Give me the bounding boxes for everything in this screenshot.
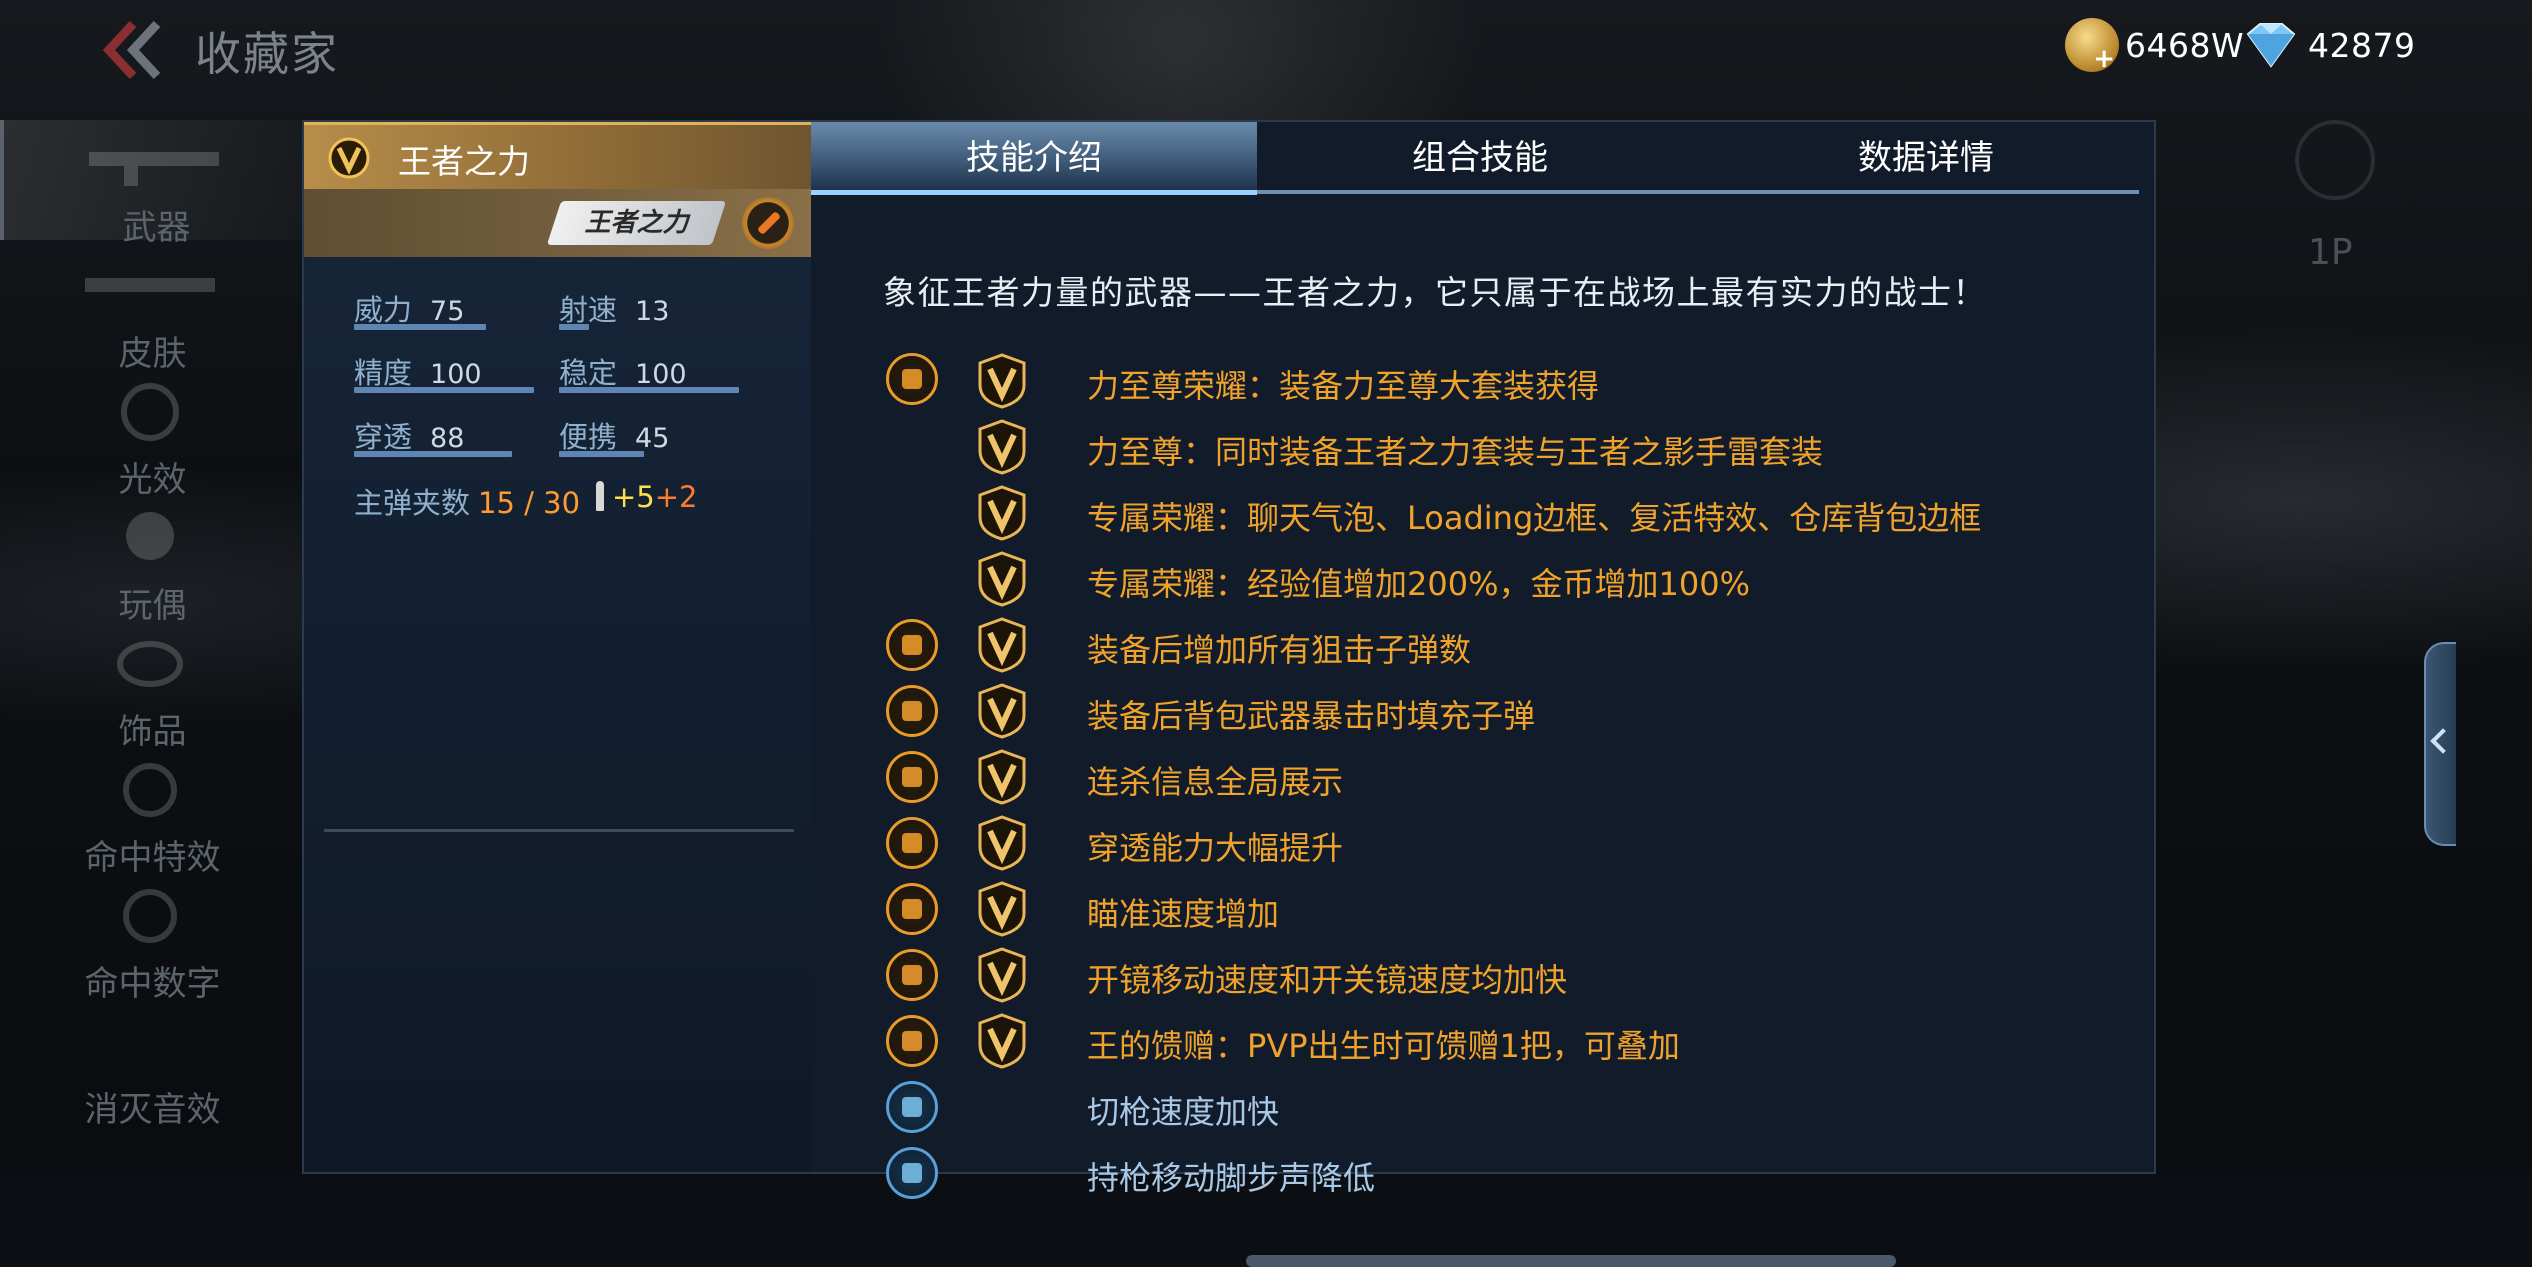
sidebar-item-label: 玩偶 xyxy=(118,586,187,626)
vip-v-badge-icon xyxy=(976,749,1028,809)
sidebar-item-label: 消灭音效 xyxy=(84,1090,221,1130)
tab-data-details[interactable]: 数据详情 xyxy=(1703,122,2149,194)
vip-v-badge-icon xyxy=(976,485,1028,545)
sidebar-item-label: 命中特效 xyxy=(84,838,221,878)
skill-text: 专属荣耀：聊天气泡、Loading边框、复活特效、仓库背包边框 xyxy=(1087,499,1982,537)
skill-text: 穿透能力大幅提升 xyxy=(1087,829,1344,867)
diamond-currency[interactable]: 42879 xyxy=(2240,14,2415,76)
skill-text: 力至尊：同时装备王者之力套装与王者之影手雷套装 xyxy=(1087,433,1824,471)
skill-text: 专属荣耀：经验值增加200%，金币增加100% xyxy=(1087,565,1750,603)
penetration-icon[interactable] xyxy=(886,817,938,869)
weapon-swap-icon[interactable] xyxy=(886,1081,938,1133)
skill-row: 持枪移动脚步声降低 xyxy=(304,1147,2154,1207)
crosshair-icon[interactable] xyxy=(886,883,938,935)
skill-row: 装备后背包武器暴击时填充子弹 xyxy=(304,683,2154,745)
skill-text: 王的馈赠：PVP出生时可馈赠1把，可叠加 xyxy=(1087,1027,1680,1065)
vip-v-badge-icon xyxy=(976,353,1028,413)
skill-row: 王的馈赠：PVP出生时可馈赠1把，可叠加 xyxy=(304,1013,2154,1075)
vip-v-badge-icon xyxy=(328,137,370,179)
detail-tabs: 技能介绍 组合技能 数据详情 xyxy=(811,122,2154,194)
stat-power: 威力 75 xyxy=(354,293,465,327)
skill-text: 切枪速度加快 xyxy=(1087,1093,1280,1131)
weapon-header: 王者之力 xyxy=(304,122,811,189)
skill-text: 装备后背包武器暴击时填充子弹 xyxy=(1087,697,1536,735)
gift-icon[interactable] xyxy=(886,1015,938,1067)
weapon-badges: 王者之力 xyxy=(304,189,811,257)
backpack-refill-icon[interactable] xyxy=(886,685,938,737)
player-indicator: 1P xyxy=(2308,232,2353,273)
sidebar-item-effects[interactable]: 光效 xyxy=(0,372,300,500)
gamepad-icon[interactable] xyxy=(2295,120,2375,200)
vip-v-badge-icon xyxy=(976,1013,1028,1073)
doll-icon xyxy=(126,512,174,560)
tab-skill-intro[interactable]: 技能介绍 xyxy=(811,122,1257,194)
skill-row: 力至尊荣耀：装备力至尊大套装获得 xyxy=(304,353,2154,415)
sidebar-item-hit-numbers[interactable]: 命中数字 xyxy=(0,876,300,1004)
killstreak-banner-icon[interactable] xyxy=(886,751,938,803)
weapon-name: 王者之力 xyxy=(398,142,530,181)
vip-v-badge-icon xyxy=(976,419,1028,479)
skill-text: 装备后增加所有狙击子弹数 xyxy=(1087,631,1472,669)
diamond-amount: 42879 xyxy=(2308,25,2416,65)
sidebar-item-weapons[interactable]: 武器 xyxy=(0,120,304,248)
skill-row: 开镜移动速度和开关镜速度均加快 xyxy=(304,947,2154,1009)
page-title: 收藏家 xyxy=(195,27,339,81)
hit-number-icon xyxy=(123,889,177,943)
vip-v-badge-icon xyxy=(976,947,1028,1007)
skill-text: 瞄准速度增加 xyxy=(1087,895,1280,933)
vip-v-badge-icon xyxy=(976,551,1028,611)
skill-row: 连杀信息全局展示 xyxy=(304,749,2154,811)
scope-icon[interactable] xyxy=(886,949,938,1001)
gold-currency[interactable]: 6468W xyxy=(2065,14,2244,76)
stat-fire-rate: 射速 13 xyxy=(559,293,670,327)
sidebar-item-label: 饰品 xyxy=(118,712,187,752)
sidebar-item-dolls[interactable]: 玩偶 xyxy=(0,498,300,626)
skill-text: 力至尊荣耀：装备力至尊大套装获得 xyxy=(1087,367,1600,405)
sidebar-item-label: 皮肤 xyxy=(118,334,187,374)
skill-text: 持枪移动脚步声降低 xyxy=(1087,1159,1376,1197)
collapse-panel-button[interactable] xyxy=(2424,642,2456,846)
sidebar-item-label: 光效 xyxy=(118,460,187,500)
skill-row: 切枪速度加快 xyxy=(304,1081,2154,1141)
sidebar-item-accessories[interactable]: 饰品 xyxy=(0,624,300,752)
diamond-icon xyxy=(2246,23,2296,68)
skill-row: 力至尊：同时装备王者之力套装与王者之影手雷套装 xyxy=(304,419,2154,481)
glow-effect-icon xyxy=(121,383,179,441)
vip-v-badge-icon xyxy=(976,815,1028,875)
sidebar-item-label: 命中数字 xyxy=(84,964,221,1004)
active-tab-indicator xyxy=(811,190,1257,195)
weapon-logo-badge: 王者之力 xyxy=(546,201,727,245)
rifle-skin-icon xyxy=(85,278,215,292)
weapon-type-icon[interactable] xyxy=(742,197,794,249)
rifle-icon xyxy=(89,152,219,186)
accessory-icon xyxy=(117,641,183,687)
skill-row: 专属荣耀：经验值增加200%，金币增加100% xyxy=(304,551,2154,613)
tab-combo-skills[interactable]: 组合技能 xyxy=(1257,122,1703,194)
hit-effect-icon xyxy=(123,763,177,817)
sidebar-item-hit-effects[interactable]: 命中特效 xyxy=(0,750,300,878)
skill-row: 专属荣耀：聊天气泡、Loading边框、复活特效、仓库背包边框 xyxy=(304,485,2154,547)
back-arrow-icon[interactable] xyxy=(95,18,165,82)
sidebar-item-label: 武器 xyxy=(122,208,191,248)
skill-row: 穿透能力大幅提升 xyxy=(304,815,2154,877)
skill-row: 瞄准速度增加 xyxy=(304,881,2154,943)
sniper-bullet-icon[interactable] xyxy=(886,619,938,671)
gold-coin-icon xyxy=(2065,18,2119,74)
stat-fire-rate-bar xyxy=(559,324,589,330)
vip-v-badge-icon xyxy=(976,683,1028,743)
stat-power-bar xyxy=(354,324,486,330)
footstep-icon[interactable] xyxy=(886,1147,938,1199)
sidebar-item-skins[interactable]: 皮肤 xyxy=(0,246,300,374)
weapon-description: 象征王者力量的武器——王者之力，它只属于在战场上最有实力的战士！ xyxy=(883,273,1987,312)
skill-row: 装备后增加所有狙击子弹数 xyxy=(304,617,2154,679)
sidebar-item-kill-sounds[interactable]: 消灭音效 xyxy=(0,1002,300,1130)
skill-text: 连杀信息全局展示 xyxy=(1087,763,1344,801)
skill-text: 开镜移动速度和开关镜速度均加快 xyxy=(1087,961,1568,999)
weapon-detail-panel: 王者之力 王者之力 威力 75 射速 13 精度 100 稳定 100 穿透 88 便携 4… xyxy=(302,120,2456,1267)
gold-amount: 6468W xyxy=(2125,25,2245,65)
vip-v-badge-icon xyxy=(976,881,1028,941)
vip-v-badge-icon xyxy=(976,617,1028,677)
horizontal-scrollbar[interactable] xyxy=(1246,1255,1896,1267)
diamond-emblem-icon[interactable] xyxy=(886,353,938,405)
